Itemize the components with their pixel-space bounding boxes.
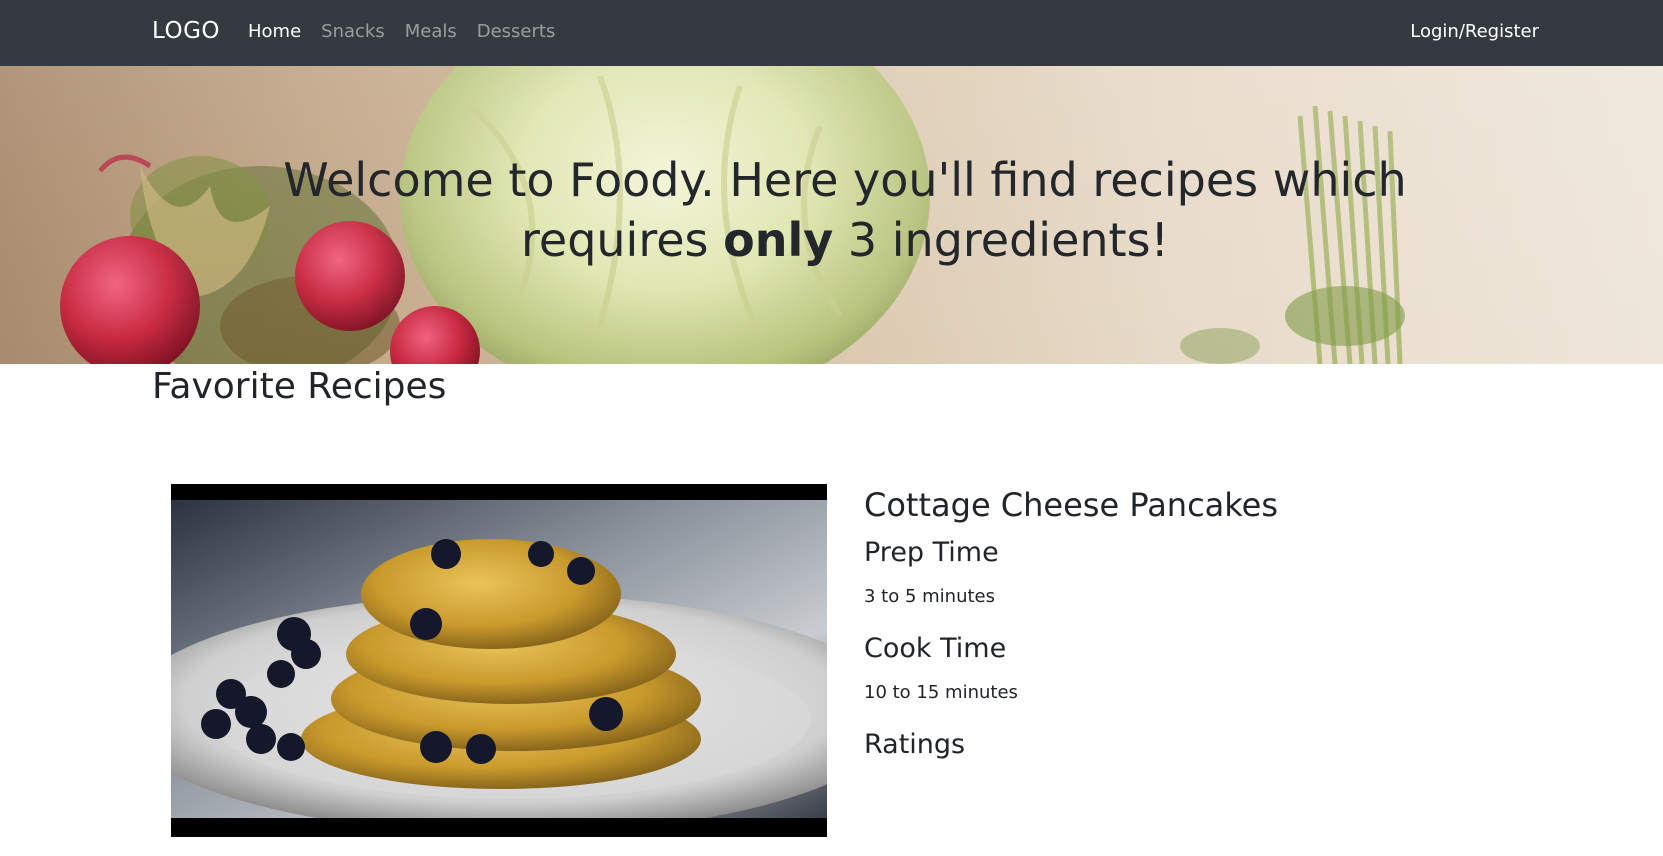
hero-line2-end: 3 ingredients! <box>833 213 1169 267</box>
nav-link-snacks[interactable]: Snacks <box>321 21 385 42</box>
hero-title: Welcome to Foody. Here you'll find recip… <box>0 150 1663 270</box>
hero-banner: Welcome to Foody. Here you'll find recip… <box>0 66 1663 364</box>
cook-time-value: 10 to 15 minutes <box>864 682 1018 703</box>
recipe-title[interactable]: Cottage Cheese Pancakes <box>864 486 1278 524</box>
hero-line2-start: requires <box>521 213 724 267</box>
cook-time-heading: Cook Time <box>864 633 1007 664</box>
recipe-card-image[interactable] <box>171 484 827 837</box>
nav-link-meals[interactable]: Meals <box>405 21 457 42</box>
brand-logo[interactable]: LOGO <box>152 18 220 44</box>
nav-links: Home Snacks Meals Desserts <box>248 21 555 42</box>
prep-time-heading: Prep Time <box>864 537 999 568</box>
hero-line2-bold: only <box>723 213 834 267</box>
favorite-recipes-heading: Favorite Recipes <box>152 366 447 407</box>
prep-time-value: 3 to 5 minutes <box>864 586 996 607</box>
nav-link-home[interactable]: Home <box>248 21 301 42</box>
nav-link-desserts[interactable]: Desserts <box>477 21 556 42</box>
login-register-link[interactable]: Login/Register <box>1410 21 1539 42</box>
ratings-heading: Ratings <box>864 729 966 760</box>
hero-line1: Welcome to Foody. Here you'll find recip… <box>283 153 1407 207</box>
pancakes-photo <box>171 484 827 837</box>
navbar: LOGO Home Snacks Meals Desserts Login/Re… <box>0 0 1663 66</box>
